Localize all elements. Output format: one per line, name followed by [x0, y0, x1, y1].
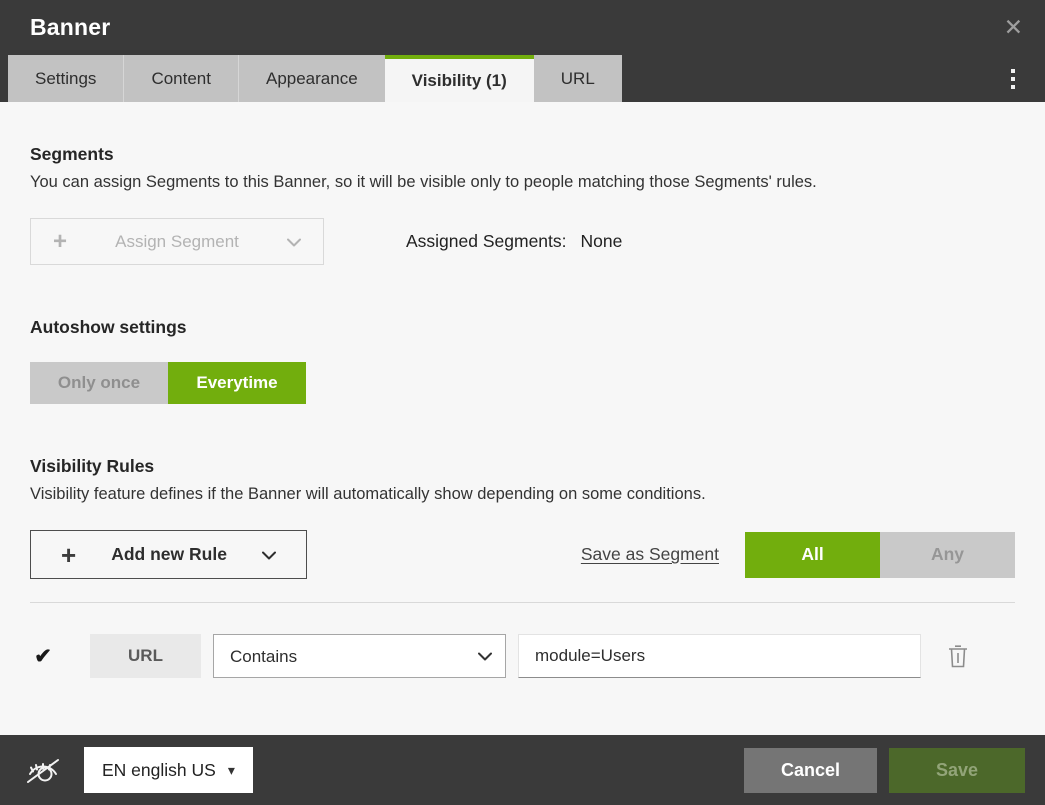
trash-icon[interactable] [948, 644, 968, 668]
add-new-rule-button[interactable]: + Add new Rule [30, 530, 307, 579]
language-selector-button[interactable]: EN english US ▾ [84, 747, 253, 793]
rule-field-chip: URL [90, 634, 201, 678]
modal-header: Banner ✕ [0, 0, 1045, 55]
plus-icon: + [61, 539, 77, 570]
segments-row: + Assign Segment Assigned Segments: None [30, 218, 1015, 265]
kebab-menu-icon[interactable] [1007, 65, 1019, 93]
segments-heading: Segments [30, 144, 114, 164]
tab-appearance[interactable]: Appearance [237, 55, 385, 102]
match-mode-toggle: All Any [745, 531, 1015, 578]
assigned-segments-label: Assigned Segments: [406, 231, 567, 251]
visibility-rules-heading: Visibility Rules [30, 456, 155, 476]
tab-content[interactable]: Content [123, 55, 238, 102]
tab-url[interactable]: URL [533, 55, 622, 102]
match-all-button[interactable]: All [745, 531, 880, 578]
match-any-button[interactable]: Any [880, 531, 1015, 578]
checkmark-icon[interactable]: ✔ [30, 644, 56, 669]
footer-actions: Cancel Save [744, 747, 1025, 793]
rule-row: ✔ URL Contains [30, 634, 1015, 678]
save-as-segment-link[interactable]: Save as Segment [581, 544, 719, 565]
tab-bar: Settings Content Appearance Visibility (… [0, 55, 1045, 102]
assigned-segments-value: None [580, 231, 623, 251]
rules-toolbar: + Add new Rule Save as Segment All Any [30, 530, 1015, 579]
segments-description: You can assign Segments to this Banner, … [30, 173, 817, 191]
visibility-tab-panel: Segments You can assign Segments to this… [0, 102, 1045, 735]
banner-modal: Banner ✕ Settings Content Appearance Vis… [0, 0, 1045, 805]
plus-icon: + [53, 227, 68, 255]
tab-settings[interactable]: Settings [8, 55, 124, 102]
eye-slash-icon[interactable] [24, 754, 62, 786]
assign-segment-label: Assign Segment [115, 231, 239, 251]
close-icon[interactable]: ✕ [1000, 12, 1027, 43]
assign-segment-button[interactable]: + Assign Segment [30, 218, 324, 265]
rule-operator-wrap: Contains [213, 634, 506, 678]
chevron-down-icon [287, 232, 301, 252]
chevron-down-icon [262, 544, 276, 565]
save-button[interactable]: Save [889, 747, 1025, 793]
tab-visibility[interactable]: Visibility (1) [384, 55, 534, 102]
caret-down-icon: ▾ [227, 761, 235, 778]
rules-divider [30, 602, 1015, 603]
autoshow-heading: Autoshow settings [30, 317, 187, 337]
rule-operator-select[interactable]: Contains [213, 634, 506, 678]
assigned-segments: Assigned Segments: None [406, 231, 622, 252]
modal-title: Banner [30, 14, 111, 40]
autoshow-everytime-button[interactable]: Everytime [168, 362, 306, 404]
modal-footer: EN english US ▾ Cancel Save [0, 735, 1045, 805]
cancel-button[interactable]: Cancel [744, 747, 877, 793]
language-label: EN english US [102, 759, 216, 780]
visibility-rules-description: Visibility feature defines if the Banner… [30, 485, 706, 503]
autoshow-only-once-button[interactable]: Only once [30, 362, 168, 404]
autoshow-toggle: Only once Everytime [30, 362, 1015, 404]
add-new-rule-label: Add new Rule [111, 544, 227, 564]
rule-value-input[interactable] [518, 634, 921, 678]
